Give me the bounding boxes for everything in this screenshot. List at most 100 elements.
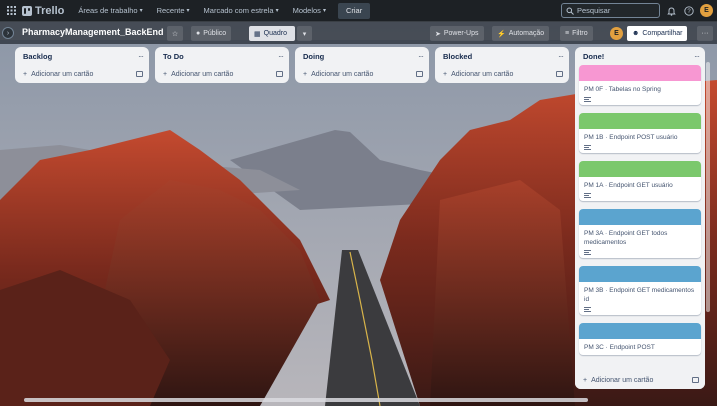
description-icon [584,307,591,312]
create-button[interactable]: Criar [337,2,371,19]
svg-text:?: ? [687,9,691,15]
filter-button[interactable]: ≡ Filtro [560,26,593,41]
automation-label: Automação [508,30,545,37]
more-dots-icon[interactable]: ··· [138,52,144,61]
list-backlog[interactable]: Backlog ··· + Adicionar um cartão [15,47,149,83]
list-title[interactable]: Backlog [23,52,52,61]
add-card-button[interactable]: + Adicionar um cartão [163,71,233,78]
add-card-button[interactable]: + Adicionar um cartão [303,71,373,78]
menu-recent[interactable]: Recente ▾ [151,3,196,19]
chevron-down-icon: ▾ [302,30,307,38]
view-switcher-button[interactable]: ▾ [297,26,312,41]
automation-button[interactable]: ⚡ Automação [492,26,550,41]
list-title[interactable]: Blocked [443,52,472,61]
card-title: PM 3A · Endpoint GET todos medicamentos [584,230,668,246]
list-title[interactable]: Doing [303,52,324,61]
add-card-label: Adicionar um cartão [31,70,94,78]
menu-workspaces-label: Áreas de trabalho [78,6,138,15]
create-from-template-icon[interactable] [276,71,283,77]
help-icon[interactable]: ? [682,4,696,18]
sidebar-toggle-chevron-icon[interactable]: › [2,27,14,39]
card[interactable]: PM 1B · Endpoint POST usuário [579,113,701,153]
brand-name: Trello [35,4,65,17]
user-avatar[interactable]: E [700,4,713,17]
star-board-button[interactable]: ☆ [167,26,183,41]
menu-workspaces[interactable]: Áreas de trabalho ▾ [72,3,148,19]
menu-starred[interactable]: Marcado com estrela ▾ [198,3,285,19]
trello-logo[interactable]: Trello [20,5,70,17]
board-member-avatar[interactable]: E [610,27,623,40]
view-board-button[interactable]: ▦ Quadro [249,26,295,41]
list-title[interactable]: To Do [163,52,184,61]
view-label: Quadro [263,30,287,37]
powerups-label: Power-Ups [443,30,479,37]
more-dots-icon[interactable]: ··· [558,52,564,61]
card[interactable]: PM 0F · Tabelas no Spring [579,65,701,105]
add-card-button[interactable]: + Adicionar um cartão [23,71,93,78]
board-menu-button[interactable]: ··· [697,26,713,41]
filter-label: Filtro [572,30,588,37]
description-icon [584,145,591,150]
plus-icon: + [303,70,308,78]
add-card-label: Adicionar um cartão [591,376,654,384]
more-dots-icon[interactable]: ··· [278,52,284,61]
search-icon [566,7,574,15]
menu-templates-label: Modelos [292,6,321,15]
star-icon: ☆ [171,30,179,38]
list-blocked[interactable]: Blocked ··· + Adicionar um cartão [435,47,569,83]
lightning-icon: ⚡ [497,30,506,38]
card-cover [579,161,701,177]
apps-grid-icon[interactable] [4,4,18,18]
share-button[interactable]: ☻ Compartilhar [627,26,688,41]
globe-icon: ● [196,30,201,37]
card-cover [579,323,701,339]
add-card-button[interactable]: + Adicionar um cartão [583,377,653,384]
list-title[interactable]: Done! [583,52,604,61]
add-card-label: Adicionar um cartão [171,70,234,78]
plus-icon: + [443,70,448,78]
create-from-template-icon[interactable] [136,71,143,77]
search-placeholder: Pesquisar [577,6,611,15]
card[interactable]: PM 3A · Endpoint GET todos medicamentos [579,209,701,258]
list-scrollbar[interactable] [706,62,710,312]
chevron-down-icon: ▾ [322,8,326,14]
filter-icon: ≡ [565,30,570,37]
card-title: PM 3C · Endpoint POST [584,344,655,351]
description-icon [584,250,591,255]
card-title: PM 1B · Endpoint POST usuário [584,134,678,141]
create-from-template-icon[interactable] [416,71,423,77]
card[interactable]: PM 3C · Endpoint POST [579,323,701,355]
visibility-button[interactable]: ● Público [191,26,232,41]
more-dots-icon[interactable]: ··· [418,52,424,61]
chevron-down-icon: ▾ [275,8,279,14]
more-dots-icon: ··· [701,30,709,37]
list-doing[interactable]: Doing ··· + Adicionar um cartão [295,47,429,83]
trello-logo-icon [22,5,32,16]
card-container: PM 0F · Tabelas no Spring PM 1B · Endpoi… [575,65,705,355]
rocket-icon: ➤ [435,30,441,38]
notifications-bell-icon[interactable] [664,4,678,18]
search-input[interactable]: Pesquisar [561,3,660,18]
card[interactable]: PM 1A · Endpoint GET usuário [579,161,701,201]
board-title[interactable]: PharmacyManagement_BackEnd [22,27,164,37]
create-from-template-icon[interactable] [692,377,699,383]
description-icon [584,97,591,102]
create-from-template-icon[interactable] [556,71,563,77]
plus-icon: + [583,376,588,384]
menu-templates[interactable]: Modelos ▾ [287,3,332,19]
powerups-button[interactable]: ➤ Power-Ups [430,26,484,41]
description-icon [584,193,591,198]
board-header: › PharmacyManagement_BackEnd ☆ ● Público… [0,22,717,44]
card-cover [579,209,701,225]
card-cover [579,65,701,81]
add-card-button[interactable]: + Adicionar um cartão [443,71,513,78]
card-title: PM 1A · Endpoint GET usuário [584,182,673,189]
card-cover [579,266,701,282]
chevron-down-icon: ▾ [186,8,190,14]
card[interactable]: PM 3B · Endpoint GET medicamentos id [579,266,701,315]
board-horizontal-scrollbar[interactable] [24,398,588,402]
list-todo[interactable]: To Do ··· + Adicionar um cartão [155,47,289,83]
list-done[interactable]: Done! ··· PM 0F · Tabelas no Spring PM 1… [575,47,705,389]
more-dots-icon[interactable]: ··· [694,52,700,61]
add-card-label: Adicionar um cartão [451,70,514,78]
